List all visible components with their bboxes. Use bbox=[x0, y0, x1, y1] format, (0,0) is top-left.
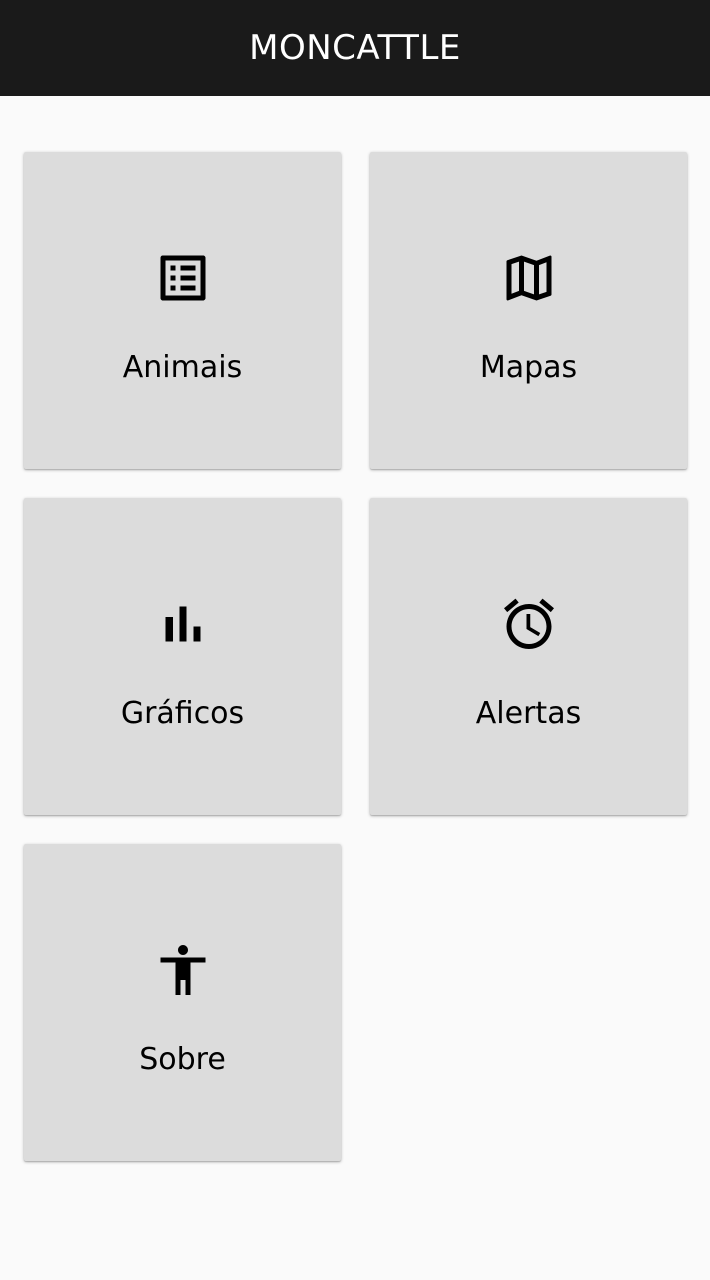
app-title: MONCATTLE bbox=[249, 28, 461, 68]
menu-tile-label: Animais bbox=[122, 350, 243, 385]
menu-tile-animais[interactable]: Animais bbox=[24, 152, 341, 469]
menu-tile-alertas[interactable]: Alertas bbox=[370, 498, 687, 815]
menu-tile-label: Gráficos bbox=[120, 696, 245, 731]
list-alt-icon bbox=[24, 248, 341, 308]
alarm-icon bbox=[370, 594, 687, 654]
accessibility-icon bbox=[24, 940, 341, 1000]
menu-tile-sobre[interactable]: Sobre bbox=[24, 844, 341, 1161]
menu-tile-label: Alertas bbox=[475, 696, 582, 731]
menu-tile-label: Mapas bbox=[479, 350, 578, 385]
menu-tile-graficos[interactable]: Gráficos bbox=[24, 498, 341, 815]
app-bar: MONCATTLE bbox=[0, 0, 710, 96]
map-icon bbox=[370, 248, 687, 308]
bar-chart-icon bbox=[24, 594, 341, 654]
menu-tile-mapas[interactable]: Mapas bbox=[370, 152, 687, 469]
menu-tile-label: Sobre bbox=[139, 1042, 226, 1077]
